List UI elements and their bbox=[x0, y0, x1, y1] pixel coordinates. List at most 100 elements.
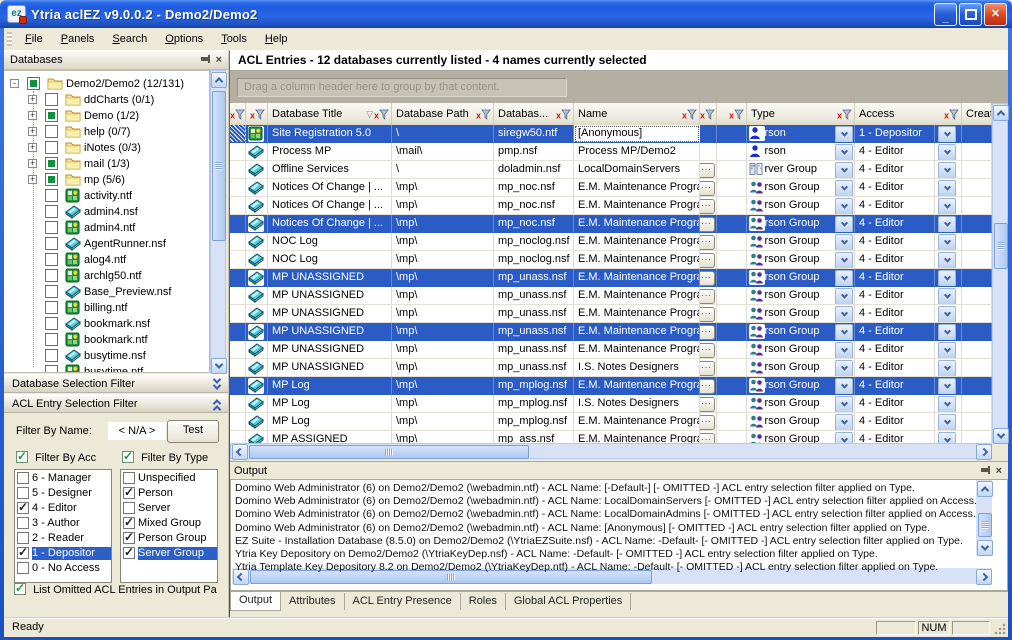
checkbox-unchecked[interactable] bbox=[17, 487, 29, 499]
expand-chevron-icon[interactable] bbox=[214, 396, 220, 411]
column-header-filter[interactable]: x bbox=[700, 103, 717, 125]
tree-item[interactable]: AgentRunner.nsf bbox=[4, 236, 209, 252]
access-dropdown-button[interactable] bbox=[938, 360, 956, 377]
access-filter-item[interactable]: 2 - Reader bbox=[15, 531, 111, 546]
maximize-button[interactable] bbox=[959, 3, 982, 26]
filter-by-access-checkbox[interactable]: ✓ Filter By Acc bbox=[16, 451, 96, 465]
expander-plus-icon[interactable]: + bbox=[28, 143, 37, 152]
grid-vscrollbar[interactable] bbox=[992, 103, 1008, 443]
ellipsis-button[interactable]: ... bbox=[700, 397, 715, 412]
acl-entry-row[interactable]: Notices Of Change | ...\mp\mp_noc.nsfE.M… bbox=[230, 179, 992, 197]
access-dropdown-button[interactable] bbox=[938, 180, 956, 197]
tree-item[interactable]: -Demo2/Demo2 (12/131) bbox=[4, 76, 209, 92]
ellipsis-button[interactable]: ... bbox=[700, 271, 715, 286]
acl-entry-row[interactable]: MP UNASSIGNED\mp\mp_unass.nsfE.M. Mainte… bbox=[230, 269, 992, 287]
checkbox-checked[interactable]: ✓ bbox=[123, 547, 135, 559]
ellipsis-button[interactable]: ... bbox=[700, 235, 715, 250]
access-dropdown-button[interactable] bbox=[938, 234, 956, 251]
column-header-access[interactable]: Accessx bbox=[855, 103, 962, 125]
checkbox-icon[interactable]: ✓ bbox=[16, 451, 28, 463]
checkbox-checked[interactable]: ✓ bbox=[123, 487, 135, 499]
expander-minus-icon[interactable]: - bbox=[10, 79, 19, 88]
grid-vscrollbar-thumb[interactable] bbox=[994, 223, 1008, 269]
ellipsis-button[interactable]: ... bbox=[700, 415, 715, 430]
access-dropdown-button[interactable] bbox=[938, 396, 956, 413]
acl-entry-row[interactable]: MP UNASSIGNED\mp\mp_unass.nsfE.M. Mainte… bbox=[230, 305, 992, 323]
scroll-right-icon[interactable] bbox=[976, 444, 992, 460]
checkbox-unchecked[interactable] bbox=[17, 472, 29, 484]
menu-help[interactable]: Help bbox=[256, 30, 297, 49]
menu-grip[interactable] bbox=[7, 32, 12, 46]
ellipsis-button[interactable]: ... bbox=[700, 181, 715, 196]
checkbox-unchecked[interactable] bbox=[123, 472, 135, 484]
tree-scrollbar[interactable] bbox=[210, 70, 226, 373]
type-filter-item[interactable]: ✓Person bbox=[121, 486, 217, 501]
tree-item[interactable]: archlg50.ntf bbox=[4, 268, 209, 284]
tree-item[interactable]: admin4.nsf bbox=[4, 204, 209, 220]
checkbox-unchecked[interactable] bbox=[17, 532, 29, 544]
tree-item[interactable]: +help (0/7) bbox=[4, 124, 209, 140]
menu-options[interactable]: Options bbox=[156, 30, 212, 49]
expander-plus-icon[interactable]: + bbox=[28, 159, 37, 168]
type-dropdown-button[interactable] bbox=[835, 144, 853, 161]
filter-funnel-icon[interactable]: x bbox=[729, 109, 744, 120]
scroll-up-icon[interactable] bbox=[977, 481, 993, 497]
scroll-left-icon[interactable] bbox=[232, 444, 248, 460]
tree-item[interactable]: +ddCharts (0/1) bbox=[4, 92, 209, 108]
access-dropdown-button[interactable] bbox=[938, 324, 956, 341]
access-filter-item[interactable]: 5 - Designer bbox=[15, 486, 111, 501]
tree-checkbox-unchecked[interactable] bbox=[45, 301, 58, 314]
grid-hscrollbar[interactable] bbox=[230, 443, 992, 459]
tree-item[interactable]: +Demo (1/2) bbox=[4, 108, 209, 124]
scroll-down-icon[interactable] bbox=[211, 358, 227, 374]
tree-item[interactable]: alog4.ntf bbox=[4, 252, 209, 268]
type-dropdown-button[interactable] bbox=[835, 180, 853, 197]
ellipsis-button[interactable]: ... bbox=[700, 199, 715, 214]
access-dropdown-button[interactable] bbox=[938, 162, 956, 179]
close-panel-icon[interactable]: × bbox=[996, 466, 1002, 476]
tree-checkbox-unchecked[interactable] bbox=[45, 205, 58, 218]
type-dropdown-button[interactable] bbox=[835, 396, 853, 413]
tree-scrollbar-thumb[interactable] bbox=[212, 91, 226, 241]
menu-panels[interactable]: Panels bbox=[52, 30, 104, 49]
output-vscrollbar-thumb[interactable] bbox=[978, 513, 992, 537]
tree-checkbox-unchecked[interactable] bbox=[45, 141, 58, 154]
tree-checkbox-unchecked[interactable] bbox=[45, 253, 58, 266]
acl-entry-row[interactable]: NOC Log\mp\mp_noclog.nsfE.M. Maintenance… bbox=[230, 233, 992, 251]
checkbox-icon[interactable]: ✓ bbox=[122, 451, 134, 463]
column-header-type[interactable]: Typex bbox=[747, 103, 855, 125]
access-dropdown-button[interactable] bbox=[938, 126, 956, 143]
access-dropdown-button[interactable] bbox=[938, 342, 956, 359]
column-header-database_path[interactable]: Database Pathx bbox=[392, 103, 494, 125]
tree-item[interactable]: bookmark.ntf bbox=[4, 332, 209, 348]
type-dropdown-button[interactable] bbox=[835, 252, 853, 269]
tree-checkbox-checked[interactable] bbox=[45, 173, 58, 186]
access-dropdown-button[interactable] bbox=[938, 252, 956, 269]
access-dropdown-button[interactable] bbox=[938, 270, 956, 287]
type-dropdown-button[interactable] bbox=[835, 288, 853, 305]
type-dropdown-button[interactable] bbox=[835, 198, 853, 215]
tree-item[interactable]: activity.ntf bbox=[4, 188, 209, 204]
tree-item[interactable]: busytime.nsf bbox=[4, 348, 209, 364]
access-dropdown-button[interactable] bbox=[938, 414, 956, 431]
tree-item[interactable]: +mail (1/3) bbox=[4, 156, 209, 172]
group-by-bar[interactable]: Drag a column header here to group by th… bbox=[230, 71, 1008, 103]
resize-grip[interactable] bbox=[994, 623, 1006, 635]
tree-checkbox-checked[interactable] bbox=[45, 109, 58, 122]
close-panel-icon[interactable]: × bbox=[216, 55, 222, 65]
tree-item[interactable]: busytime.ntf bbox=[4, 364, 209, 373]
expander-plus-icon[interactable]: + bbox=[28, 95, 37, 104]
acl-entry-row[interactable]: MP Log\mp\mp_mplog.nsfI.S. Notes Designe… bbox=[230, 395, 992, 413]
acl-entry-row[interactable]: MP UNASSIGNED\mp\mp_unass.nsfE.M. Mainte… bbox=[230, 323, 992, 341]
database-selection-filter-bar[interactable]: Database Selection Filter bbox=[4, 374, 228, 393]
type-dropdown-button[interactable] bbox=[835, 234, 853, 251]
access-filter-item[interactable]: 6 - Manager bbox=[15, 471, 111, 486]
column-header-filter[interactable]: x bbox=[230, 103, 246, 125]
tree-checkbox-unchecked[interactable] bbox=[45, 349, 58, 362]
scroll-down-icon[interactable] bbox=[993, 428, 1009, 444]
expander-plus-icon[interactable]: + bbox=[28, 175, 37, 184]
acl-entry-row[interactable]: Site Registration 5.0\siregw50.ntf[Anony… bbox=[230, 125, 992, 143]
tree-checkbox-unchecked[interactable] bbox=[45, 269, 58, 282]
tree-checkbox-unchecked[interactable] bbox=[45, 93, 58, 106]
tree-item[interactable]: Base_Preview.nsf bbox=[4, 284, 209, 300]
